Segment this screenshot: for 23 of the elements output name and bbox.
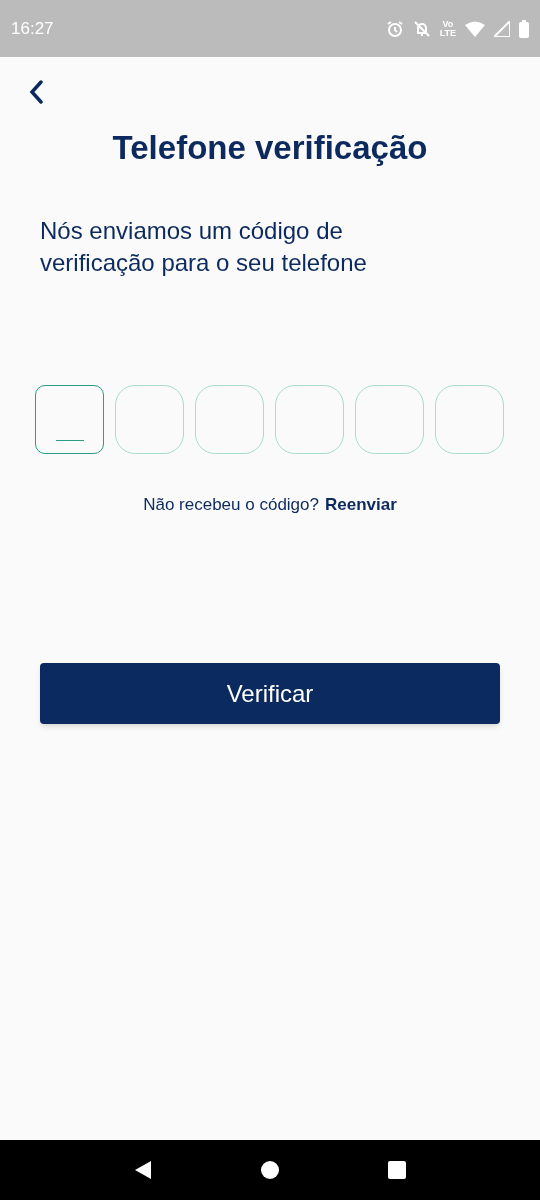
- resend-link[interactable]: Reenviar: [325, 491, 397, 517]
- home-nav-icon[interactable]: [260, 1160, 280, 1180]
- volte-icon: Vo LTE: [439, 19, 456, 38]
- wifi-icon: [465, 20, 485, 37]
- bell-off-icon: [412, 19, 431, 38]
- code-digit-field[interactable]: [355, 384, 424, 454]
- page-title: Telefone verificação: [111, 128, 429, 168]
- code-digit-field[interactable]: [195, 384, 264, 454]
- signal-icon: [494, 20, 510, 37]
- instruction-text: Nós enviamos um código de verificação para o seu telefone: [40, 215, 368, 278]
- code-digit-field[interactable]: [275, 384, 344, 454]
- status-time: 16:27: [11, 17, 54, 40]
- back-icon: [29, 80, 43, 104]
- verify-button[interactable]: Verificar: [40, 663, 500, 724]
- recents-nav-icon[interactable]: [386, 1160, 407, 1180]
- code-digit-field[interactable]: [435, 384, 504, 454]
- code-digit-field[interactable]: [35, 384, 104, 454]
- battery-icon: [519, 19, 529, 38]
- text-cursor: [55, 439, 84, 441]
- back-nav-icon[interactable]: [133, 1160, 154, 1180]
- alarm-icon: [385, 19, 404, 38]
- resend-prompt: Não recebeu o código?: [143, 493, 319, 516]
- code-digit-field[interactable]: [115, 384, 184, 454]
